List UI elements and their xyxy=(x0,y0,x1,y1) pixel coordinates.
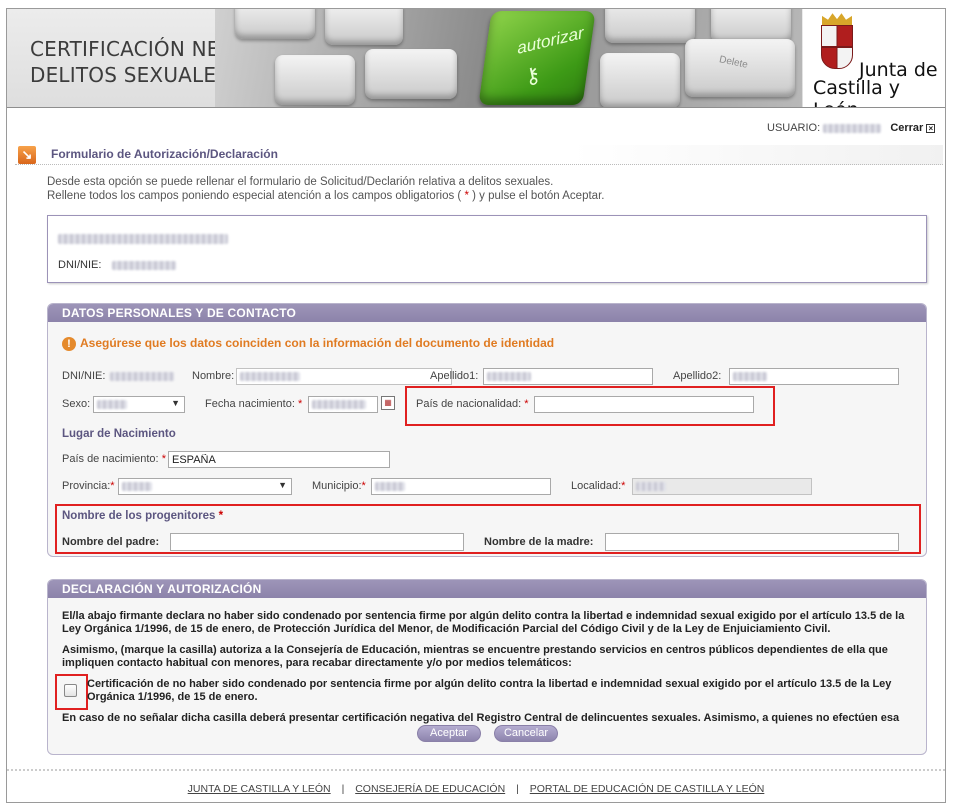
personal-data-panel: DATOS PERSONALES Y DE CONTACTO ! Asegúres… xyxy=(47,303,927,557)
nationality-highlight xyxy=(405,386,775,426)
localidad-input[interactable] xyxy=(632,478,812,495)
banner-key xyxy=(711,9,791,43)
nombre-input[interactable] xyxy=(236,368,452,385)
intro-line-2: Rellene todos los campos poniendo especi… xyxy=(47,190,605,202)
banner-key xyxy=(325,9,403,45)
banner-key xyxy=(275,55,355,105)
key-icon: ⚷ xyxy=(521,61,544,91)
logout-label: Cerrar xyxy=(890,122,924,134)
chevron-down-icon: ▼ xyxy=(278,480,287,490)
intro-text: Desde esta opción se puede rellenar el f… xyxy=(47,175,604,203)
app-header: CERTIFICACIÓN NEGATIVA DE DELITOS SEXUAL… xyxy=(7,9,945,108)
delete-key-label: Delete xyxy=(718,54,749,71)
sexo-select[interactable]: ▼ xyxy=(93,396,185,413)
declaration-title: DECLARACIÓN Y AUTORIZACIÓN xyxy=(48,580,926,598)
footer-divider xyxy=(7,769,945,771)
identity-dni: DNI/NIE: xyxy=(58,259,177,271)
footer-link-portal[interactable]: PORTAL DE EDUCACIÓN DE CASTILLA Y LEÓN xyxy=(530,783,765,795)
identity-warning: ! Asegúrese que los datos coinciden con l… xyxy=(62,336,554,351)
banner-key xyxy=(365,49,457,99)
banner-key xyxy=(605,9,695,43)
dni-value-redacted xyxy=(110,372,174,381)
cancel-button[interactable]: Cancelar xyxy=(494,725,558,742)
footer-separator: | xyxy=(341,783,345,795)
arrow-down-right-icon: ↘ xyxy=(18,146,36,164)
user-bar: USUARIO: Cerrar × xyxy=(767,122,936,134)
banner-key: Delete xyxy=(685,39,795,97)
personal-data-title: DATOS PERSONALES Y DE CONTACTO xyxy=(48,304,926,322)
authorize-key-label: autorizar xyxy=(516,23,585,58)
keyboard-banner-image: Delete autorizar ⚷ xyxy=(215,9,802,107)
page-frame: CERTIFICACIÓN NEGATIVA DE DELITOS SEXUAL… xyxy=(6,8,946,803)
fecha-input[interactable] xyxy=(308,396,378,413)
nombre-label: Nombre: xyxy=(192,370,235,382)
banner-key xyxy=(235,9,315,39)
form-section-title: Formulario de Autorización/Declaración xyxy=(51,147,278,161)
declaration-panel: DECLARACIÓN Y AUTORIZACIÓN El/la abajo f… xyxy=(47,579,927,755)
declaration-paragraph-3: En caso de no señalar dicha casilla debe… xyxy=(62,712,900,724)
provincia-label: Provincia:* xyxy=(62,480,115,492)
user-name-redacted xyxy=(823,123,882,133)
lugar-nacimiento-title: Lugar de Nacimiento xyxy=(62,428,176,440)
declaration-paragraph-2: Asimismo, (marque la casilla) autoriza a… xyxy=(62,644,888,669)
close-icon: × xyxy=(926,123,936,133)
municipio-input[interactable] xyxy=(371,478,551,495)
apellido1-label: Apellido1: xyxy=(430,370,479,382)
user-label: USUARIO: xyxy=(767,122,821,134)
identity-box: DNI/NIE: xyxy=(47,215,927,283)
apellido1-input[interactable] xyxy=(483,368,653,385)
calendar-icon[interactable]: ▦ xyxy=(381,396,395,410)
crown-icon xyxy=(822,13,852,25)
banner-key xyxy=(600,53,680,107)
footer-separator: | xyxy=(516,783,519,795)
logout-link[interactable]: Cerrar × xyxy=(890,122,936,134)
coat-of-arms-icon xyxy=(821,25,853,69)
applicant-name-redacted xyxy=(58,234,228,244)
footer: JUNTA DE CASTILLA Y LEÓN | CONSEJERÍA DE… xyxy=(7,783,945,795)
progenitores-highlight xyxy=(55,504,921,554)
form-section-bar: ↘ Formulario de Autorización/Declaración xyxy=(15,145,943,165)
fecha-label: Fecha nacimiento: * xyxy=(205,398,303,410)
declaration-paragraph-1: El/la abajo firmante declara no haber si… xyxy=(62,610,905,635)
authorize-key-image: autorizar ⚷ xyxy=(478,11,596,105)
municipio-label: Municipio:* xyxy=(312,480,366,492)
intro-line-1: Desde esta opción se puede rellenar el f… xyxy=(47,176,554,188)
dni-redacted xyxy=(112,260,177,270)
checkbox-highlight xyxy=(55,674,88,710)
warning-icon: ! xyxy=(62,337,76,351)
sexo-label: Sexo: xyxy=(62,398,91,410)
footer-link-consejeria[interactable]: CONSEJERÍA DE EDUCACIÓN xyxy=(355,783,505,795)
logo-text-line2: Castilla y León xyxy=(813,77,901,107)
pais-nacimiento-input[interactable] xyxy=(168,451,390,468)
junta-logo: Junta de Castilla y León xyxy=(803,9,945,107)
localidad-label: Localidad:* xyxy=(571,480,626,492)
footer-link-junta[interactable]: JUNTA DE CASTILLA Y LEÓN xyxy=(188,783,331,795)
apellido2-input[interactable] xyxy=(729,368,899,385)
dni-label: DNI/NIE: xyxy=(62,370,106,382)
pais-nacimiento-label: País de nacimiento: * xyxy=(62,453,166,465)
apellido2-label: Apellido2: xyxy=(673,370,722,382)
authorize-checkbox-label: Certificación de no haber sido condenado… xyxy=(87,678,892,703)
accept-button[interactable]: Aceptar xyxy=(417,725,481,742)
chevron-down-icon: ▼ xyxy=(171,398,180,408)
provincia-select[interactable]: ▼ xyxy=(118,478,292,495)
